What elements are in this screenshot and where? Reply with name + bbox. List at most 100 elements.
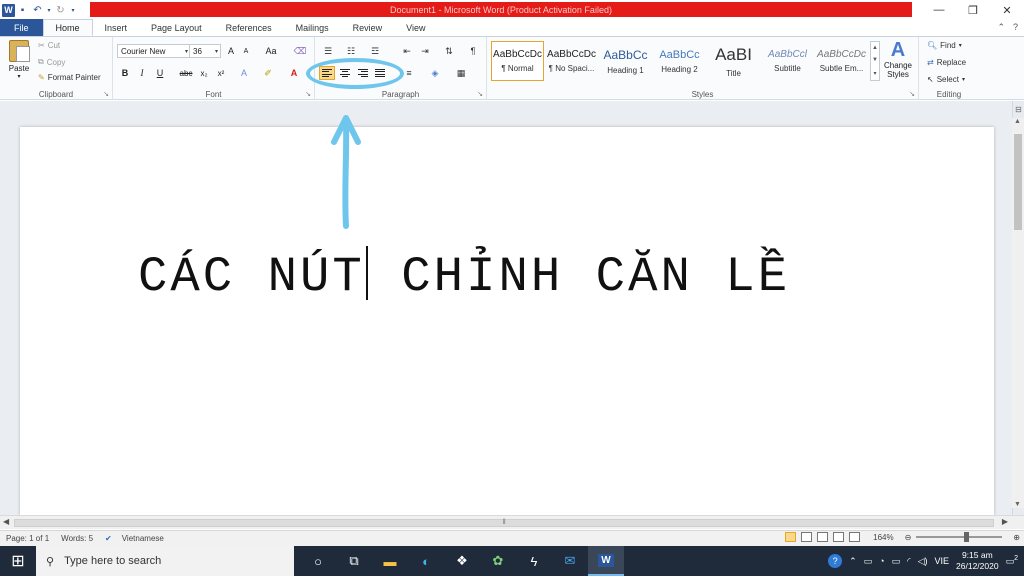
zoom-level[interactable]: 164% [873,533,893,542]
zoom-in-icon[interactable]: ⊕ [1013,533,1020,542]
clear-formatting-icon[interactable]: ⌫ [293,44,307,58]
scroll-right-icon[interactable]: ▶ [1002,517,1008,526]
word-app-icon[interactable]: W [2,3,15,17]
numbering-icon[interactable]: ☷ [343,44,359,58]
dialog-launcher-icon[interactable]: ↘ [909,90,915,98]
increase-indent-icon[interactable]: ⇥ [417,44,433,58]
cut-button[interactable]: ✂ Cut [38,41,60,50]
bullets-icon[interactable]: ☰ [320,44,336,58]
change-styles-button[interactable]: A Change Styles [883,39,913,79]
tab-mailings[interactable]: Mailings [284,20,341,36]
scroll-up-icon[interactable]: ▲ [1014,118,1021,125]
paste-button[interactable]: Paste ▾ [6,40,32,82]
dialog-launcher-icon[interactable]: ↘ [477,90,483,98]
shrink-font-button[interactable]: A [239,44,253,58]
style-no-spacing[interactable]: AaBbCcDc ¶ No Spaci... [545,41,598,81]
scroll-left-icon[interactable]: ◀ [3,517,9,526]
decrease-indent-icon[interactable]: ⇤ [399,44,415,58]
more-icon[interactable]: ▾ [873,70,876,77]
edge-icon[interactable]: ◐ [408,546,444,576]
mail-icon[interactable]: ✉ [552,546,588,576]
borders-icon[interactable]: ▦ [453,66,469,80]
tab-review[interactable]: Review [341,20,395,36]
horizontal-scroll-thumb[interactable]: ⦀ [14,519,994,527]
dialog-launcher-icon[interactable]: ↘ [305,90,311,98]
word-count[interactable]: Words: 5 [61,534,93,543]
draft-icon[interactable] [849,532,861,542]
wifi-icon[interactable]: ◜ [907,556,911,567]
style-heading-2[interactable]: AaBbCc Heading 2 [653,41,706,81]
full-screen-reading-icon[interactable] [801,532,813,542]
undo-icon[interactable]: ↶ [30,2,45,18]
print-layout-icon[interactable] [785,532,797,542]
horizontal-scrollbar[interactable]: ◀ ⦀ ▶ [0,515,1024,529]
vertical-scroll-thumb[interactable] [1014,134,1022,230]
chevron-up-icon[interactable]: ⌃ [849,556,857,567]
scroll-down-icon[interactable]: ▼ [1014,501,1021,508]
tab-view[interactable]: View [394,20,437,36]
style-subtle-emphasis[interactable]: AaBbCcDc Subtle Em... [815,41,868,81]
dialog-launcher-icon[interactable]: ↘ [103,90,109,98]
web-layout-icon[interactable] [817,532,829,542]
text-effects-icon[interactable]: A [237,66,251,80]
dropdown-arrow-icon[interactable]: ▾ [45,2,53,18]
help-icon[interactable]: ? [1013,22,1018,33]
input-language[interactable]: VIE [935,556,950,566]
zoom-slider[interactable] [916,532,1003,542]
volume-icon[interactable]: ◁) [918,556,928,567]
strikethrough-button[interactable]: abc [177,66,195,80]
redo-icon[interactable]: ↻ [53,2,68,18]
style-title[interactable]: AaBI Title [707,41,760,81]
tab-insert[interactable]: Insert [93,20,140,36]
font-color-button[interactable]: A [287,66,301,80]
document-text[interactable]: CÁC NÚT CHỈNH CĂN LỀ [138,246,790,305]
font-size-combo[interactable]: 36 ▾ [189,44,221,58]
cortana-icon[interactable]: ○ [300,546,336,576]
superscript-button[interactable]: x² [214,66,228,80]
sort-icon[interactable]: ⇅ [441,44,457,58]
app-bolt-icon[interactable]: ϟ [516,546,552,576]
save-icon[interactable]: ▪ [15,2,30,18]
find-button[interactable]: 🔍︎ Find ▾ [927,41,962,50]
language-indicator[interactable]: Vietnamese [122,534,164,543]
clock[interactable]: 9:15 am 26/12/2020 [956,550,999,572]
tab-home[interactable]: Home [42,19,93,36]
chevron-down-icon[interactable]: ▼ [872,57,878,63]
styles-gallery-scroll[interactable]: ▲ ▼ ▾ [870,41,880,81]
minimize-icon[interactable]: — [922,0,956,20]
style-heading-1[interactable]: AaBbCc Heading 1 [599,41,652,81]
ruler-toggle-icon[interactable]: ⊟ [1015,105,1022,114]
show-hide-button[interactable]: ¶ [465,44,481,58]
zoom-slider-thumb[interactable] [964,532,970,542]
highlight-icon[interactable]: ✐ [261,66,275,80]
document-page[interactable] [20,127,994,515]
network-icon[interactable]: ◔ [879,556,884,566]
help-icon[interactable]: ? [828,554,843,568]
tab-page-layout[interactable]: Page Layout [139,20,214,36]
multilevel-list-icon[interactable]: ☲ [367,44,383,58]
style-normal[interactable]: AaBbCcDc ¶ Normal [491,41,544,81]
shading-icon[interactable]: ◈ [427,66,443,80]
task-view-icon[interactable]: ⧉ [336,546,372,576]
tab-references[interactable]: References [214,20,284,36]
app-icon[interactable]: ✿ [480,546,516,576]
copy-button[interactable]: ⧉ Copy [38,57,65,67]
select-button[interactable]: ↖ Select ▾ [927,75,965,84]
bold-button[interactable]: B [118,66,132,80]
windows-start-icon[interactable]: ⊞ [0,546,36,576]
taskbar-search-box[interactable]: ⚲ Type here to search [36,546,294,576]
notification-icon[interactable]: ▭2 [1006,555,1018,567]
restore-icon[interactable]: ❐ [956,0,990,20]
format-painter-button[interactable]: ✎ Format Painter [38,73,101,82]
italic-button[interactable]: I [135,66,149,80]
minimize-ribbon-icon[interactable]: ⌃ [997,22,1005,33]
word-taskbar-icon[interactable]: W [588,546,624,576]
close-icon[interactable]: ✕ [990,0,1024,20]
outline-icon[interactable] [833,532,845,542]
font-name-combo[interactable]: Courier New ▾ [117,44,191,58]
grow-font-button[interactable]: A [224,44,238,58]
dropbox-icon[interactable]: ❖ [444,546,480,576]
style-subtitle[interactable]: AaBbCcl Subtitle [761,41,814,81]
page-count[interactable]: Page: 1 of 1 [6,534,49,543]
customize-qat-icon[interactable]: ▾ [68,2,78,18]
